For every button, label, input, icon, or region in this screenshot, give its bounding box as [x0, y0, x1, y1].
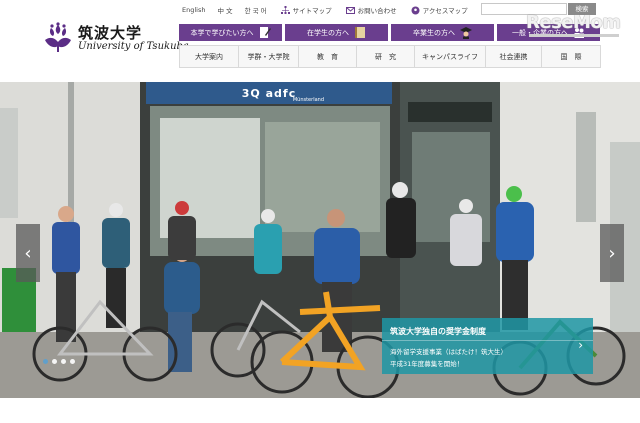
carousel-prev-button[interactable]: ‹ [16, 224, 40, 282]
access-map-label: アクセスマップ [422, 7, 468, 15]
sitemap-link[interactable]: サイトマップ [280, 5, 332, 15]
mail-icon [345, 6, 355, 15]
tab-label: 卒業生の方へ [413, 28, 455, 37]
carousel-pagination [43, 359, 79, 364]
utility-nav: English 中 文 한 국 어 サイトマップ お問い合わせ アクセスマップ [182, 4, 468, 16]
tab-label: 本学で学びたい方へ [190, 28, 254, 37]
watermark-text: ReseMom [526, 12, 621, 33]
caption-title: 筑波大学独自の奨学金制度 [390, 327, 486, 336]
sitemap-label: サイトマップ [292, 7, 332, 15]
tab-current-students[interactable]: 在学生の方へ [285, 24, 388, 41]
carousel-dot[interactable] [52, 359, 57, 364]
nav-research[interactable]: 研 究 [357, 46, 415, 67]
caption-line-1: 海外留学支援事業（はばたけ！筑大生） [390, 348, 507, 356]
logo-name-jp: 筑波大学 [78, 24, 143, 42]
lang-chinese-link[interactable]: 中 文 [217, 5, 232, 15]
watermark-underline [529, 34, 619, 37]
carousel-dot[interactable] [43, 359, 48, 364]
shop-sign: 3Q adfc Münsterland [146, 82, 392, 104]
caption-line-2: 平成31年度募集を開始！ [390, 360, 464, 368]
tab-prospective-students[interactable]: 本学で学びたい方へ [179, 24, 282, 41]
global-nav: 大学案内 学群・大学院 教 育 研 究 キャンパスライフ 社会連携 国 際 [179, 45, 601, 68]
nav-about[interactable]: 大学案内 [180, 46, 239, 67]
map-pin-icon [411, 6, 420, 15]
caption-divider [382, 340, 593, 341]
site-header: 筑波大学 University of Tsukuba English 中 文 한… [0, 0, 640, 82]
university-logo[interactable]: 筑波大学 University of Tsukuba [42, 20, 189, 60]
tab-label: 在学生の方へ [307, 28, 349, 37]
hero-carousel[interactable]: 3Q adfc Münsterland ‹ › 筑波大学独自の奨学金制度 海外留… [0, 82, 640, 398]
shop-sign-sub: Münsterland [292, 97, 324, 103]
contact-link[interactable]: お問い合わせ [345, 5, 397, 15]
chevron-left-icon: ‹ [24, 242, 32, 264]
content-strip [0, 398, 640, 423]
sitemap-icon [280, 5, 290, 15]
contact-label: お問い合わせ [357, 7, 397, 15]
logo-name-en: University of Tsukuba [78, 41, 189, 52]
carousel-dot[interactable] [61, 359, 66, 364]
lang-english-link[interactable]: English [182, 6, 205, 14]
chevron-right-icon: › [608, 242, 616, 264]
chevron-right-icon: › [578, 338, 583, 352]
tab-alumni[interactable]: 卒業生の方へ [391, 24, 494, 41]
nav-schools[interactable]: 学群・大学院 [239, 46, 299, 67]
nav-campus-life[interactable]: キャンパスライフ [415, 46, 486, 67]
resemom-watermark: ReseMom [526, 12, 621, 33]
lang-korean-link[interactable]: 한 국 어 [245, 5, 267, 15]
nav-international[interactable]: 国 際 [542, 46, 600, 67]
book-icon [354, 26, 366, 39]
access-map-link[interactable]: アクセスマップ [411, 5, 468, 15]
paulownia-crest-icon [42, 22, 74, 54]
carousel-dot[interactable] [70, 359, 75, 364]
carousel-next-button[interactable]: › [600, 224, 624, 282]
graduate-icon [460, 26, 472, 39]
nav-education[interactable]: 教 育 [299, 46, 357, 67]
slide-caption[interactable]: 筑波大学独自の奨学金制度 海外留学支援事業（はばたけ！筑大生） 平成31年度募集… [382, 318, 593, 374]
pen-paper-icon [259, 26, 271, 39]
shop-sign-text: 3Q adfc [241, 86, 297, 100]
nav-social[interactable]: 社会連携 [486, 46, 542, 67]
